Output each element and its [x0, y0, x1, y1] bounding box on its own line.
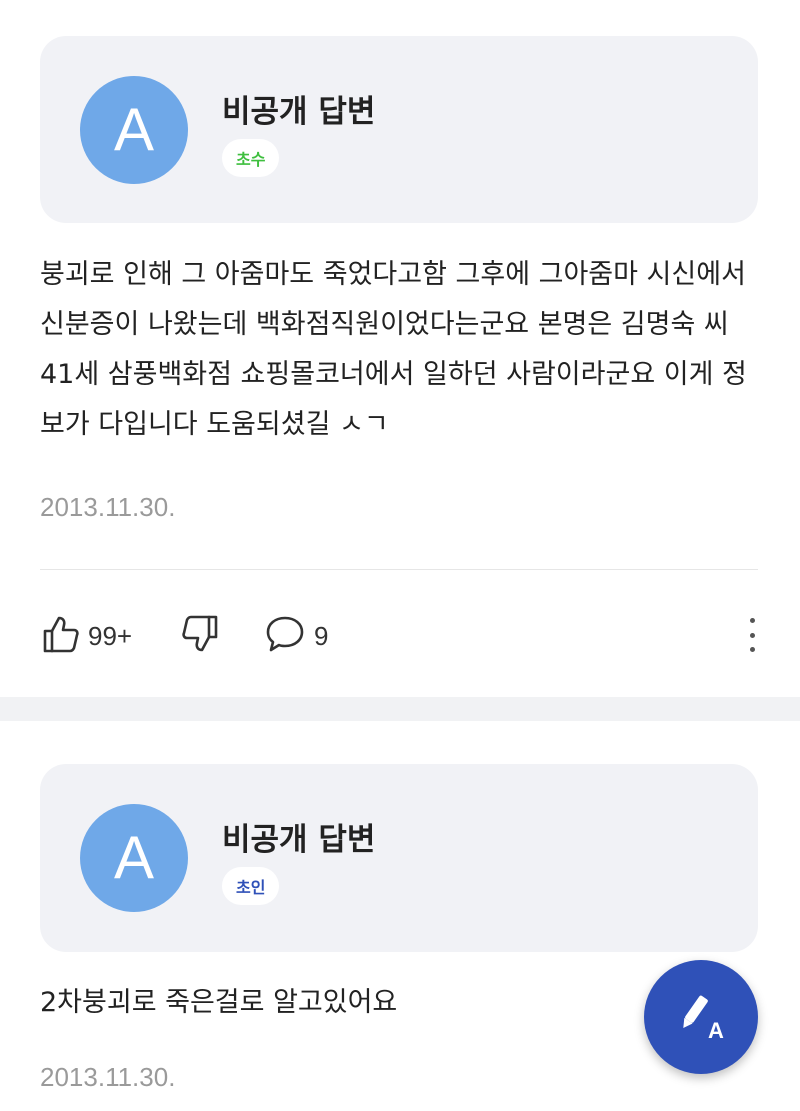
avatar-letter: A [113, 96, 155, 163]
answer-date: 2013.11.30. [40, 1062, 176, 1092]
like-count: 99+ [88, 620, 133, 651]
speech-bubble-icon [264, 614, 306, 658]
avatar[interactable]: A [80, 804, 188, 912]
write-answer-button[interactable]: A [644, 960, 758, 1074]
thumbs-down-icon [182, 614, 220, 658]
avatar-letter: A [113, 824, 155, 891]
divider [40, 569, 758, 570]
author-grade-badge: 초수 [222, 139, 280, 177]
author-card: A 비공개 답변 초수 [40, 36, 758, 223]
avatar[interactable]: A [80, 76, 188, 184]
like-button[interactable]: 99+ [42, 614, 132, 658]
author-card: A 비공개 답변 초인 [40, 764, 758, 952]
answer-date: 2013.11.30. [40, 492, 176, 522]
answer-body: 붕괴로 인해 그 아줌마도 죽었다고함 그후에 그아줌마 시신에서 신분증이 나… [40, 259, 747, 440]
author-name[interactable]: 비공개 답변 [222, 86, 375, 131]
section-separator [0, 697, 800, 721]
author-name[interactable]: 비공개 답변 [222, 814, 375, 859]
fab-label: A [708, 1018, 724, 1043]
comment-button[interactable]: 9 [264, 614, 328, 658]
author-grade-badge: 초인 [222, 867, 280, 905]
comment-count: 9 [314, 620, 329, 651]
thumbs-up-icon [42, 614, 80, 658]
dislike-button[interactable] [182, 614, 220, 658]
more-vertical-icon[interactable] [742, 618, 762, 652]
